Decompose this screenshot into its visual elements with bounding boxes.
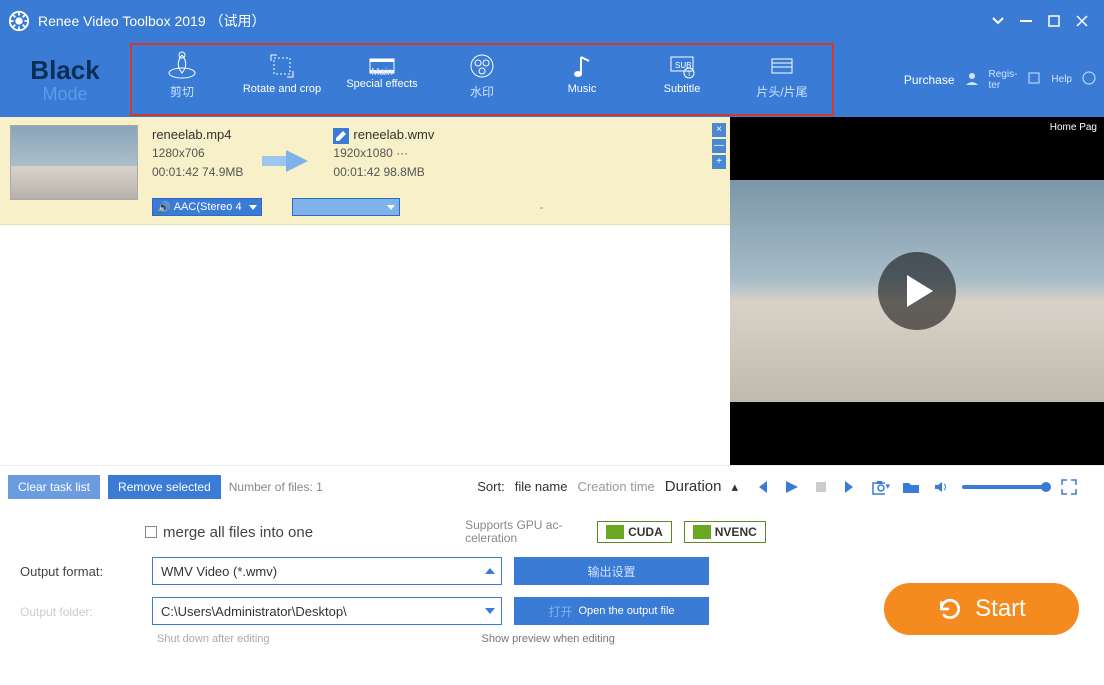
title-bar: Renee Video Toolbox 2019 （试用） (0, 0, 1104, 42)
tool-rotate-crop[interactable]: Rotate and crop (232, 45, 332, 114)
list-controls-bar: Clear task list Remove selected Number o… (0, 465, 1104, 507)
tool-row-highlight: 剪切 Rotate and crop Main Special effects … (130, 43, 834, 116)
output-format-select[interactable]: WMV Video (*.wmv) (152, 557, 502, 585)
sort-creation[interactable]: Creation time (577, 479, 654, 494)
start-label: Start (975, 595, 1026, 623)
file-list: reneelab.mp4 1280x706 00:01:42 74.9MB re… (0, 117, 730, 465)
file-row[interactable]: reneelab.mp4 1280x706 00:01:42 74.9MB re… (0, 117, 730, 225)
help-link[interactable]: Help (1051, 74, 1072, 85)
tool-music[interactable]: Music (532, 45, 632, 114)
tool-special-effects[interactable]: Main Special effects (332, 45, 432, 114)
source-filename: reneelab.mp4 (152, 125, 243, 144)
tool-music-label: Music (532, 83, 632, 95)
secondary-select[interactable] (292, 198, 400, 216)
tool-effects-sublabel: Main (332, 67, 432, 78)
tool-cut[interactable]: 剪切 (132, 45, 232, 114)
remove-selected-button[interactable]: Remove selected (108, 475, 221, 499)
minimize-button[interactable] (1012, 7, 1040, 35)
svg-text:SUB: SUB (675, 61, 691, 70)
output-folder-label: Output folder: (20, 604, 140, 619)
tool-subtitle-label: Subtitle (632, 83, 732, 95)
dropdown-arrow-icon (485, 568, 495, 574)
row-dash-button[interactable]: — (712, 139, 726, 153)
dest-resolution: 1920x1080 ··· (333, 144, 434, 163)
dest-time-size: 00:01:42 98.8MB (333, 163, 434, 182)
tool-watermark-label: 水印 (432, 83, 532, 100)
sort-duration[interactable]: Duration (665, 478, 722, 495)
source-time-size: 00:01:42 74.9MB (152, 163, 243, 182)
dropdown-icon[interactable] (984, 7, 1012, 35)
reload-icon (937, 596, 963, 622)
dest-filename: reneelab.wmv (353, 127, 434, 142)
tool-intro-outro[interactable]: 片头/片尾 (732, 45, 832, 114)
output-format-label: Output format: (20, 564, 140, 579)
file-thumbnail (10, 125, 138, 200)
tool-rotate-label: Rotate and crop (232, 83, 332, 95)
home-page-tag: Home Pag (1047, 121, 1100, 134)
audio-codec-select[interactable]: 🔊 AAC(Stereo 4 (152, 198, 262, 216)
purchase-link[interactable]: Purchase (904, 73, 955, 87)
speaker-icon: 🔊 (157, 201, 171, 214)
output-format-value: WMV Video (*.wmv) (161, 564, 277, 579)
row-plus-button[interactable]: + (712, 155, 726, 169)
preview-play-button[interactable] (878, 252, 956, 330)
merge-label: merge all files into one (163, 524, 313, 541)
row-close-button[interactable]: × (712, 123, 726, 137)
sort-arrow-icon[interactable]: ▴ (731, 479, 738, 495)
output-settings-button[interactable]: 输出设置 (514, 557, 709, 585)
sort-filename[interactable]: file name (515, 479, 568, 494)
mode-black-label: Black (0, 55, 130, 86)
mode-label: Black Mode (0, 55, 130, 105)
volume-icon[interactable] (932, 478, 950, 496)
shutdown-label: Shut down after editing (157, 633, 270, 645)
output-folder-select[interactable]: C:\Users\Administrator\Desktop\ (152, 597, 502, 625)
sort-label: Sort: (477, 479, 504, 494)
camera-icon[interactable]: ▾ (872, 478, 890, 496)
player-prev-button[interactable] (752, 478, 770, 496)
tool-watermark[interactable]: 水印 (432, 45, 532, 114)
clear-task-list-button[interactable]: Clear task list (8, 475, 100, 499)
merge-checkbox[interactable] (145, 526, 157, 538)
tool-effects-label: Special effects (332, 78, 432, 90)
app-title: Renee Video Toolbox 2019 （试用） (38, 11, 266, 31)
player-stop-button[interactable] (812, 478, 830, 496)
dash-label: - (540, 200, 544, 214)
main-toolbar: Black Mode 剪切 Rotate and crop Main Speci… (0, 42, 1104, 117)
tool-intro-label: 片头/片尾 (732, 83, 832, 100)
open-output-button[interactable]: 打开 Open the output file (514, 597, 709, 625)
svg-text:T: T (687, 71, 692, 78)
fullscreen-icon[interactable] (1060, 478, 1078, 496)
tool-cut-label: 剪切 (132, 83, 232, 100)
mode-sub-label: Mode (0, 84, 130, 105)
close-button[interactable] (1068, 7, 1096, 35)
player-play-button[interactable] (782, 478, 800, 496)
volume-slider[interactable] (962, 485, 1048, 489)
source-resolution: 1280x706 (152, 144, 243, 163)
info-icon[interactable] (1082, 71, 1096, 88)
app-icon (8, 10, 30, 32)
dropdown-arrow-icon (485, 608, 495, 614)
preview-pane: Home Pag (730, 117, 1104, 465)
tool-subtitle[interactable]: SUBT Subtitle (632, 45, 732, 114)
output-folder-value: C:\Users\Administrator\Desktop\ (161, 604, 347, 619)
settings-icon[interactable] (1027, 71, 1041, 88)
register-link[interactable]: Regis- ter (989, 69, 1018, 91)
player-next-button[interactable] (842, 478, 860, 496)
file-count-label: Number of files: 1 (229, 480, 323, 494)
edit-icon[interactable] (333, 128, 349, 144)
audio-codec-value: AAC(Stereo 4 (174, 201, 242, 213)
show-preview-label: Show preview when editing (482, 633, 615, 645)
maximize-button[interactable] (1040, 7, 1068, 35)
bottom-panel: merge all files into one Supports GPU ac… (0, 507, 1104, 663)
start-button[interactable]: Start (884, 583, 1079, 635)
folder-icon[interactable] (902, 478, 920, 496)
nvenc-badge: NVENC (684, 521, 766, 543)
user-icon[interactable] (965, 71, 979, 88)
gpu-label: Supports GPU ac- celeration (465, 519, 585, 545)
cuda-badge: CUDA (597, 521, 672, 543)
